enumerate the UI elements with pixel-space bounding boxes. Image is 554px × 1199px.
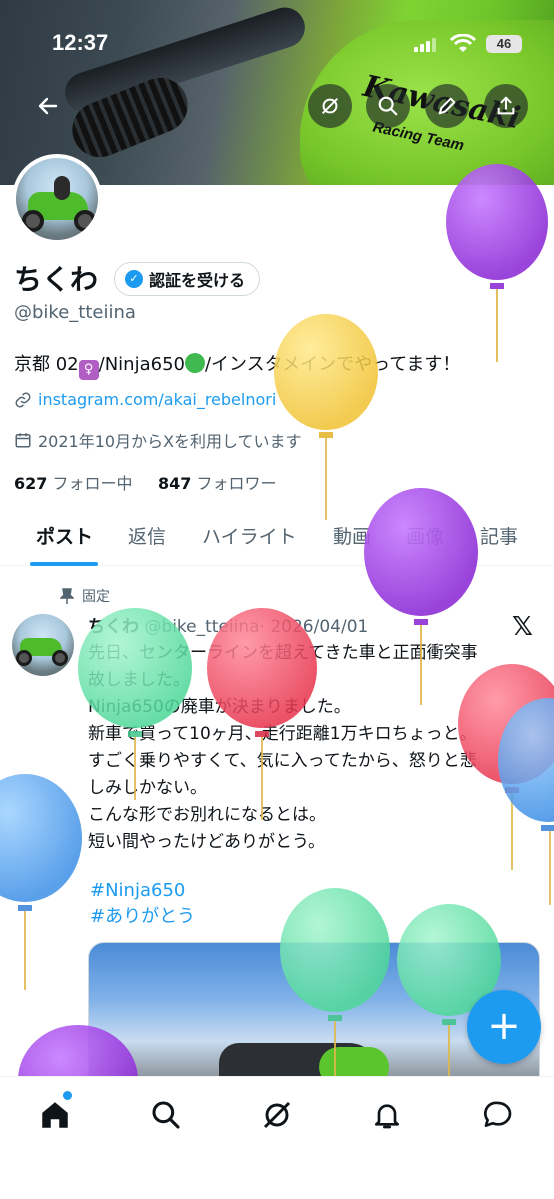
home-notification-dot — [63, 1091, 72, 1100]
profile-link[interactable]: instagram.com/akai_rebelnori — [14, 390, 276, 409]
get-verified-button[interactable]: ✓ 認証を受ける — [114, 262, 261, 296]
nav-grok[interactable] — [257, 1095, 297, 1135]
tab-photos[interactable]: 画像 — [406, 522, 444, 549]
profile-avatar[interactable] — [12, 154, 102, 244]
follow-counts: 627 フォロー中 847 フォロワー — [14, 470, 276, 494]
edit-icon — [438, 97, 456, 115]
tab-highlights[interactable]: ハイライト — [202, 522, 297, 549]
hashtag-link[interactable]: #ありがとう — [90, 904, 195, 930]
profile-name: ちくわ — [14, 263, 99, 296]
following-link[interactable]: 627 フォロー中 — [14, 474, 133, 493]
link-icon — [15, 392, 31, 407]
share-button[interactable] — [484, 84, 528, 128]
grok-icon — [263, 1101, 291, 1129]
tab-articles[interactable]: 記事 — [480, 522, 518, 549]
post-handle[interactable]: @bike_tteiina — [144, 617, 259, 637]
post-date: · 2026/04/01 — [259, 617, 369, 637]
status-bar: 12:37 46 — [0, 30, 554, 60]
get-verified-label: 認証を受ける — [149, 271, 246, 290]
x-logo-icon: 𝕏 — [512, 612, 533, 642]
post-header: ちくわ @bike_tteiina· 2026/04/01 — [88, 612, 368, 637]
home-icon — [42, 1102, 68, 1128]
profile-banner[interactable]: Kawasaki Racing Team — [0, 0, 554, 185]
compose-post-button[interactable]: + — [467, 990, 541, 1064]
pin-icon — [60, 588, 74, 604]
womens-room-icon: ♀ — [78, 360, 99, 380]
green-circle-icon — [184, 353, 205, 373]
search-icon — [152, 1101, 180, 1129]
nav-messages[interactable] — [478, 1095, 518, 1135]
pinned-label: 固定 — [60, 586, 110, 606]
nav-notifications[interactable] — [367, 1095, 407, 1135]
bell-icon — [375, 1104, 399, 1129]
bottom-navigation — [0, 1076, 554, 1199]
balloon-yellow — [274, 314, 378, 520]
post-author[interactable]: ちくわ — [88, 617, 139, 637]
balloon-blue — [0, 774, 82, 990]
followers-link[interactable]: 847 フォロワー — [158, 474, 277, 493]
search-button[interactable] — [366, 84, 410, 128]
search-icon — [378, 96, 398, 116]
nav-home[interactable] — [35, 1095, 75, 1135]
calendar-icon — [15, 433, 31, 448]
messages-icon — [484, 1101, 512, 1127]
profile-joined: 2021年10月からXを利用しています — [14, 428, 302, 452]
battery-icon: 46 — [486, 35, 522, 53]
hashtag-link[interactable]: #Ninja650 — [90, 878, 195, 904]
balloon-purple — [446, 164, 548, 362]
active-tab-indicator — [30, 562, 98, 566]
profile-tabs: ポスト 返信 ハイライト 動画 画像 記事 — [0, 510, 554, 566]
nav-search[interactable] — [146, 1095, 186, 1135]
post-avatar[interactable] — [12, 614, 74, 676]
grok-button[interactable] — [308, 84, 352, 128]
post-hashtags: #Ninja650 #ありがとう — [90, 878, 195, 930]
post-text: 先日、センターラインを超えてきた車と正面衝突事 故しました。 Ninja650の… — [88, 643, 478, 852]
share-icon — [497, 96, 515, 115]
verified-badge-icon: ✓ — [125, 270, 143, 288]
back-arrow-icon — [38, 97, 58, 115]
tab-videos[interactable]: 動画 — [333, 522, 371, 549]
edit-button[interactable] — [425, 84, 469, 128]
cellular-signal-icon — [414, 38, 440, 52]
back-button[interactable] — [26, 84, 70, 128]
tab-replies[interactable]: 返信 — [128, 522, 166, 549]
status-time: 12:37 — [52, 30, 109, 55]
tab-posts[interactable]: ポスト — [36, 522, 93, 549]
profile-handle: @bike_tteiina — [14, 302, 136, 323]
grok-icon — [321, 97, 339, 115]
wifi-icon — [449, 33, 477, 58]
profile-bio: 京都 02 ♀/Ninja650/インスタメインでやってます！ — [14, 350, 460, 380]
